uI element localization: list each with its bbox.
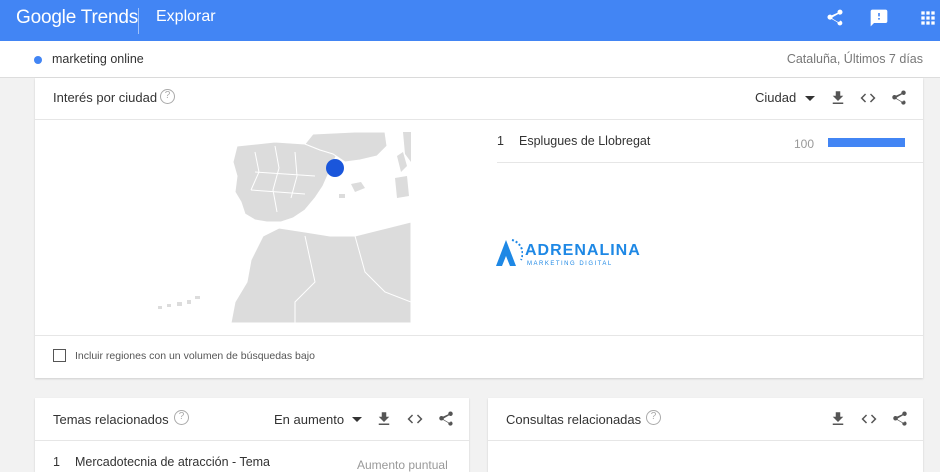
- top-app-bar: Google Trends Explorar: [0, 0, 940, 41]
- watermark-brand: ADRENALINA: [525, 242, 641, 259]
- card-header-divider: [488, 440, 923, 441]
- card-header-divider: [35, 119, 923, 120]
- share-icon[interactable]: [825, 8, 847, 30]
- card-title: Consultas relacionadas: [506, 412, 642, 427]
- resolution-dropdown-label[interactable]: Ciudad: [755, 90, 796, 105]
- help-icon[interactable]: ?: [174, 410, 189, 425]
- card-header-divider: [35, 440, 469, 441]
- apps-grid-icon[interactable]: [918, 8, 940, 30]
- card-title: Temas relacionados: [53, 412, 169, 427]
- region-time-label[interactable]: Cataluña, Últimos 7 días: [787, 52, 923, 66]
- embed-code-icon[interactable]: [406, 410, 424, 428]
- city-name-esplugues[interactable]: Esplugues de Llobregat: [519, 134, 650, 148]
- google-trends-logo[interactable]: Google Trends: [16, 7, 138, 29]
- share-icon[interactable]: [437, 410, 455, 428]
- card-footer-divider: [35, 335, 923, 336]
- chevron-down-icon[interactable]: [805, 96, 815, 101]
- row-divider: [497, 162, 924, 163]
- topic-value: Aumento puntual: [357, 458, 448, 472]
- share-icon[interactable]: [890, 89, 908, 107]
- chevron-down-icon[interactable]: [352, 417, 362, 422]
- topic-name[interactable]: Mercadotecnia de atracción - Tema: [75, 455, 270, 469]
- city-score-bar: [828, 138, 905, 147]
- row-rank: 1: [53, 455, 60, 469]
- term-color-dot: [34, 56, 42, 64]
- download-icon[interactable]: [829, 410, 847, 428]
- header-divider: [138, 8, 139, 34]
- related-topics-card: Temas relacionados ? En aumento 1 Mercad…: [35, 398, 469, 472]
- city-score: 100: [794, 137, 815, 151]
- interest-by-city-card: Interés por ciudad ? Ciudad 1 Esplugues …: [35, 78, 924, 378]
- region-map[interactable]: [155, 132, 411, 323]
- share-icon[interactable]: [891, 410, 909, 428]
- embed-code-icon[interactable]: [860, 410, 878, 428]
- row-rank: 1: [497, 134, 504, 148]
- page-title: Explorar: [156, 8, 216, 25]
- help-icon[interactable]: ?: [646, 410, 661, 425]
- checkbox-label[interactable]: Incluir regiones con un volumen de búsqu…: [75, 350, 315, 362]
- adrenalina-logo-icon: [496, 239, 523, 266]
- search-term-label[interactable]: marketing online: [52, 52, 144, 66]
- embed-code-icon[interactable]: [859, 89, 877, 107]
- map-marker-esplugues: [326, 159, 344, 177]
- related-queries-card: Consultas relacionadas ?: [488, 398, 923, 472]
- download-icon[interactable]: [375, 410, 393, 428]
- low-volume-checkbox[interactable]: [53, 349, 66, 362]
- download-icon[interactable]: [829, 89, 847, 107]
- help-icon[interactable]: ?: [160, 89, 175, 104]
- watermark-tagline: MARKETING DIGITAL: [527, 261, 613, 267]
- card-title: Interés por ciudad: [53, 90, 158, 105]
- topics-filter-dropdown[interactable]: En aumento: [274, 412, 344, 427]
- feedback-icon[interactable]: [869, 8, 891, 30]
